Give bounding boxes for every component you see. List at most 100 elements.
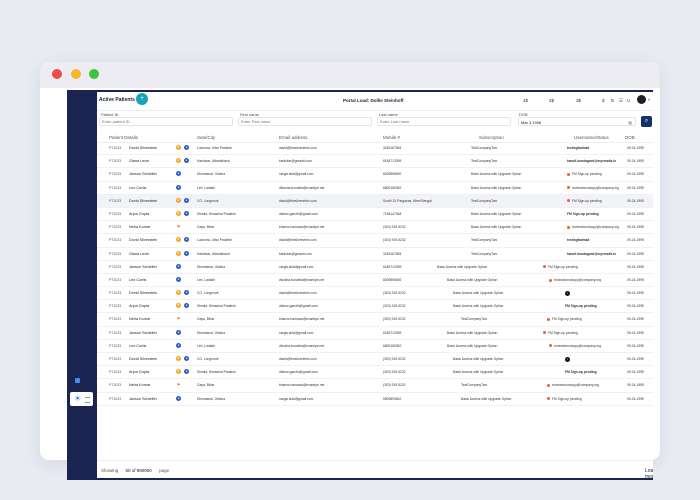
user-badge-icon[interactable]: ● xyxy=(184,197,189,203)
table-row[interactable]: PT1023 Dovid Silverstein ★ ● Lucknow, Uttar … xyxy=(97,142,653,156)
patient-name[interactable]: Neha Kumar xyxy=(129,383,150,387)
patient-name[interactable]: Dovid Silverstein xyxy=(129,146,157,150)
email-address[interactable]: david@thesilverstein.com xyxy=(279,238,317,242)
star-icon[interactable]: ★ xyxy=(176,197,181,203)
table-row[interactable]: PT1023 Dovid Silverstein ★ ● CO, Longmont dav… xyxy=(97,353,653,367)
table-row[interactable]: PT1023 Dovid Silverstein ★ ● CO, Longmont dav… xyxy=(97,287,653,301)
patient-name[interactable]: Giana Levin xyxy=(129,252,149,256)
patient-id-input[interactable] xyxy=(99,117,233,126)
sidebar-square-icon[interactable] xyxy=(75,378,80,383)
patient-name[interactable]: Jaxson Schleifer xyxy=(129,265,157,269)
user-badge-icon[interactable]: ● xyxy=(184,145,189,150)
col-dob[interactable]: DOB xyxy=(625,135,635,140)
email-address[interactable]: bhanvs.hamsaoi@examlpe.net xyxy=(279,383,324,387)
email-address[interactable]: bhanvs.hamsaoi@examlpe.net xyxy=(279,225,324,229)
table-row[interactable]: PT1023 Giana Levin ★ ● Haridwar, Uttarakhand… xyxy=(97,248,653,261)
user-badge-icon[interactable]: ● xyxy=(176,395,181,401)
close-window-button[interactable] xyxy=(52,69,62,79)
star-icon[interactable]: ★ xyxy=(176,290,181,296)
user-badge-icon[interactable]: ● xyxy=(176,184,181,190)
email-address[interactable]: david@thesilverstein.com xyxy=(279,291,317,295)
table-row[interactable]: PT1023 Arjun Gupta ★ ● Shimla, Himachal Prad… xyxy=(97,366,653,380)
col-subscription[interactable]: Subscription xyxy=(479,135,504,140)
table-row[interactable]: PT1023 Dovid Silverstein ★ ● Lucknow, Uttar … xyxy=(97,234,653,248)
user-badge-icon[interactable]: ● xyxy=(184,250,189,256)
patient-name[interactable]: Giana Levin xyxy=(129,159,149,163)
table-row[interactable]: PT1023 Arjun Gupta ★ ● Shimla, Himachal Prad… xyxy=(97,300,653,314)
patient-name[interactable]: Leo Curtis xyxy=(129,278,146,282)
patient-name[interactable]: Dovid Silverstein xyxy=(129,238,157,242)
email-address[interactable]: dishan.gandhi@gmail.com xyxy=(279,304,318,308)
email-address[interactable]: nargis.sidd@gmail.com xyxy=(279,397,313,401)
user-badge-icon[interactable]: ● xyxy=(184,210,189,216)
star-icon[interactable]: ★ xyxy=(176,250,181,256)
minimize-window-button[interactable] xyxy=(71,69,81,79)
user-badge-icon[interactable]: ● xyxy=(176,329,181,335)
table-row[interactable]: PT1023 Jaxson Schleifer ● Dhenkanal, Odisha… xyxy=(97,393,653,406)
patient-name[interactable]: Arjun Gupta xyxy=(129,370,149,374)
info-icon[interactable]: i xyxy=(565,357,570,362)
table-row[interactable]: PT1023 Neha Kumar ⚑ Gaya, Bihar bhanvs.hamsa… xyxy=(97,379,653,393)
underline-icon[interactable]: U xyxy=(627,98,630,103)
table-row[interactable]: PT1023 Jaxson Schleifer ● Dhenkanal, Odisha… xyxy=(97,327,653,340)
star-icon[interactable]: ★ xyxy=(176,145,181,150)
user-badge-icon[interactable]: ● xyxy=(184,158,189,164)
patient-name[interactable]: Leo Curtis xyxy=(129,186,146,190)
patient-name[interactable]: Leo Curtis xyxy=(129,344,146,348)
star-icon[interactable]: ★ xyxy=(176,210,181,216)
flag-icon[interactable]: ⚑ xyxy=(176,316,181,321)
patient-name[interactable]: Dovid Silverstein xyxy=(129,357,157,361)
table-row[interactable]: PT1023 Dovid Silverstein ★ ● CO, Longmont dav… xyxy=(97,194,653,208)
user-badge-icon[interactable]: ● xyxy=(184,356,189,361)
table-row[interactable]: PT1023 Leo Curtis ● Leh, Ladakh vikusha.bund… xyxy=(97,340,653,353)
add-patient-icon[interactable]: + xyxy=(136,93,148,105)
email-address[interactable]: vikusha.bundela@examlpe.net xyxy=(279,344,324,348)
sidebar-item-active[interactable]: ☀ xyxy=(70,392,93,406)
patient-name[interactable]: Jaxson Schleifer xyxy=(129,172,157,176)
patient-name[interactable]: Dovid Silverstein xyxy=(129,291,157,295)
patient-name[interactable]: Arjun Gupta xyxy=(129,212,149,216)
email-address[interactable]: bhanvs.hamsaoi@examlpe.net xyxy=(279,317,324,321)
avatar[interactable] xyxy=(637,95,646,104)
email-address[interactable]: dishan.gandhi@gmail.com xyxy=(279,370,318,374)
chevron-down-icon[interactable]: ▾ xyxy=(648,97,650,102)
flag-icon[interactable]: ⚑ xyxy=(176,382,181,387)
user-badge-icon[interactable]: ● xyxy=(184,369,189,375)
email-address[interactable]: kartickar@gmaail.com xyxy=(279,159,312,163)
patient-name[interactable]: Dovid Silverstein xyxy=(129,199,157,203)
table-row[interactable]: PT1023 Jaxson Schleifer ● Dhenkanal, Odisha… xyxy=(97,168,653,182)
patient-name[interactable]: Jaxson Schleifer xyxy=(129,397,157,401)
col-state-city[interactable]: Sate/City xyxy=(197,135,215,140)
email-address[interactable]: david@thesilverstein.com xyxy=(279,199,317,203)
user-badge-icon[interactable]: ● xyxy=(184,303,189,309)
table-row[interactable]: PT1023 Leo Curtis ● Leh, Ladakh vikusha.bund… xyxy=(97,274,653,288)
patient-name[interactable]: Neha Kumar xyxy=(129,317,150,321)
patient-name[interactable]: Neha Kumar xyxy=(129,225,150,229)
email-address[interactable]: nargis.sidd@gmail.com xyxy=(279,331,313,335)
table-row[interactable]: PT1023 Neha Kumar ⚑ Gaya, Bihar bhanvs.hamsa… xyxy=(97,221,653,235)
table-row[interactable]: PT1023 Jaxson Schleifer ● Dhenkanal, Odisha… xyxy=(97,261,653,274)
star-icon[interactable]: ★ xyxy=(176,356,181,361)
user-badge-icon[interactable]: ● xyxy=(176,276,181,282)
star-icon[interactable]: ★ xyxy=(176,303,181,309)
patient-name[interactable]: Jaxson Schleifer xyxy=(129,331,157,335)
dob-date-picker[interactable]: Mar 3,1996 ▦ xyxy=(518,117,636,126)
load-more-button[interactable]: Load more xyxy=(645,468,653,478)
email-address[interactable]: david@thesilverstein.com xyxy=(279,357,317,361)
user-badge-icon[interactable]: ● xyxy=(184,290,189,296)
email-address[interactable]: david@thesilverstein.com xyxy=(279,146,317,150)
patient-name[interactable]: Arjun Gupta xyxy=(129,304,149,308)
dollar-icon[interactable]: $ xyxy=(602,98,605,103)
table-row[interactable]: PT1023 Leo Curtis ● Leh, Ladakh dikusha.bund… xyxy=(97,182,653,195)
col-username-status[interactable]: Username/Status xyxy=(574,135,609,140)
email-address[interactable]: kartickar@gmaail.com xyxy=(279,252,312,256)
star-icon[interactable]: ★ xyxy=(176,237,181,243)
flag-icon[interactable]: ⚑ xyxy=(176,224,181,229)
table-row[interactable]: PT1023 Arjun Gupta ★ ● Shimla, Himachal Prad… xyxy=(97,208,653,222)
first-name-input[interactable] xyxy=(238,117,372,126)
email-address[interactable]: dikusha.bundela@examlpe.net xyxy=(279,186,324,190)
last-name-input[interactable] xyxy=(377,117,511,126)
maximize-window-button[interactable] xyxy=(89,69,99,79)
star-icon[interactable]: ★ xyxy=(176,369,181,375)
user-badge-icon[interactable]: ● xyxy=(176,171,181,177)
